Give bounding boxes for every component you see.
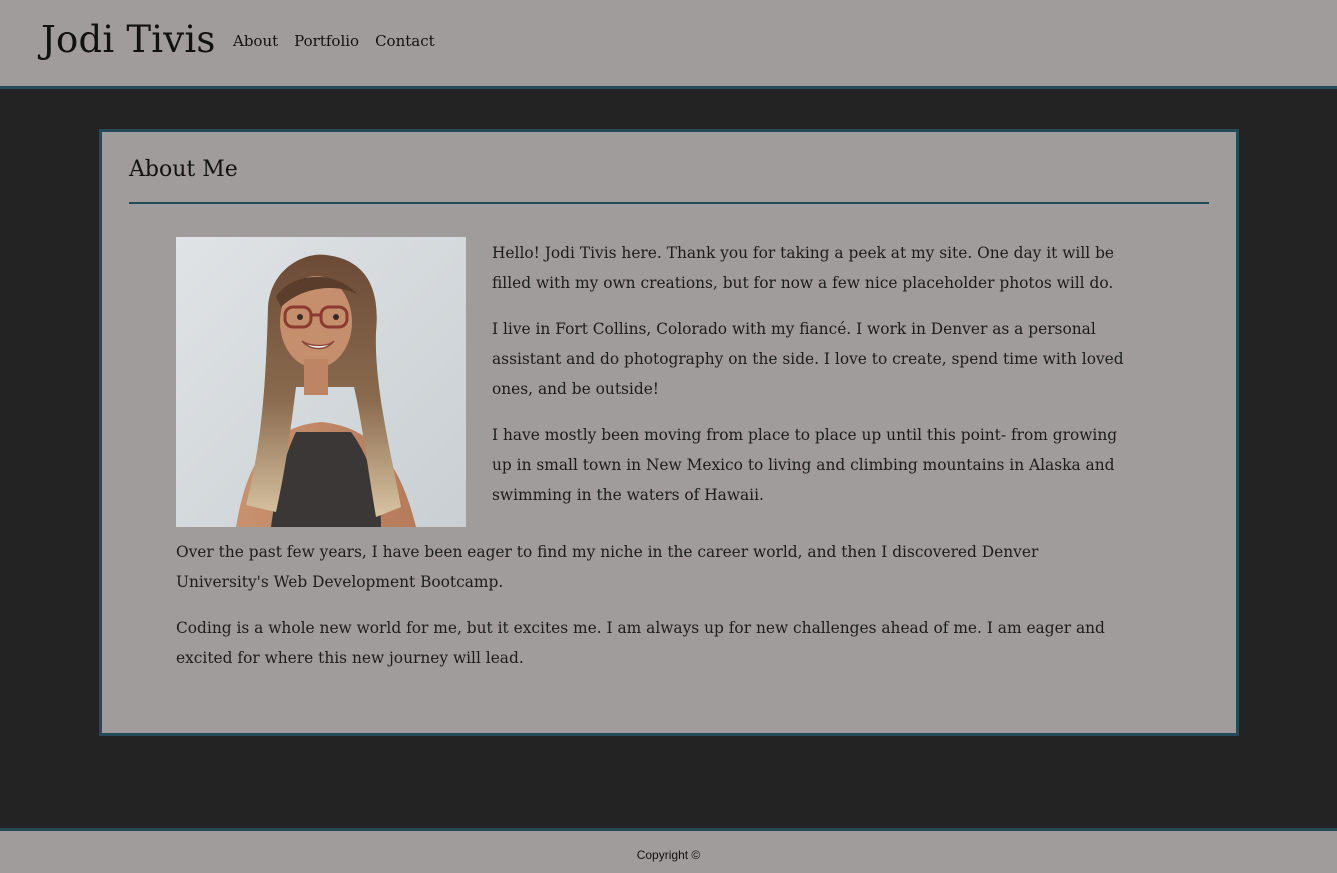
profile-photo <box>176 237 466 527</box>
title-divider <box>129 202 1209 204</box>
section-title: About Me <box>129 157 238 182</box>
about-section: About Me Hello! Jodi Tivis here. Thank y… <box>99 129 1239 736</box>
site-title[interactable]: Jodi Tivis <box>41 16 216 64</box>
site-footer: Copyright © <box>0 828 1337 873</box>
about-paragraph-4: Over the past few years, I have been eag… <box>176 543 1039 591</box>
main-content: About Me Hello! Jodi Tivis here. Thank y… <box>0 89 1337 828</box>
about-paragraph-5: Coding is a whole new world for me, but … <box>176 619 1105 667</box>
about-content: Hello! Jodi Tivis here. Thank you for ta… <box>176 237 1126 689</box>
copyright-text: Copyright © <box>636 848 701 862</box>
nav-link-portfolio[interactable]: Portfolio <box>294 30 359 52</box>
site-header: Jodi Tivis About Portfolio Contact <box>0 0 1337 89</box>
nav-link-about[interactable]: About <box>233 30 278 52</box>
main-nav: About Portfolio Contact <box>233 30 435 52</box>
nav-link-contact[interactable]: Contact <box>375 30 435 52</box>
